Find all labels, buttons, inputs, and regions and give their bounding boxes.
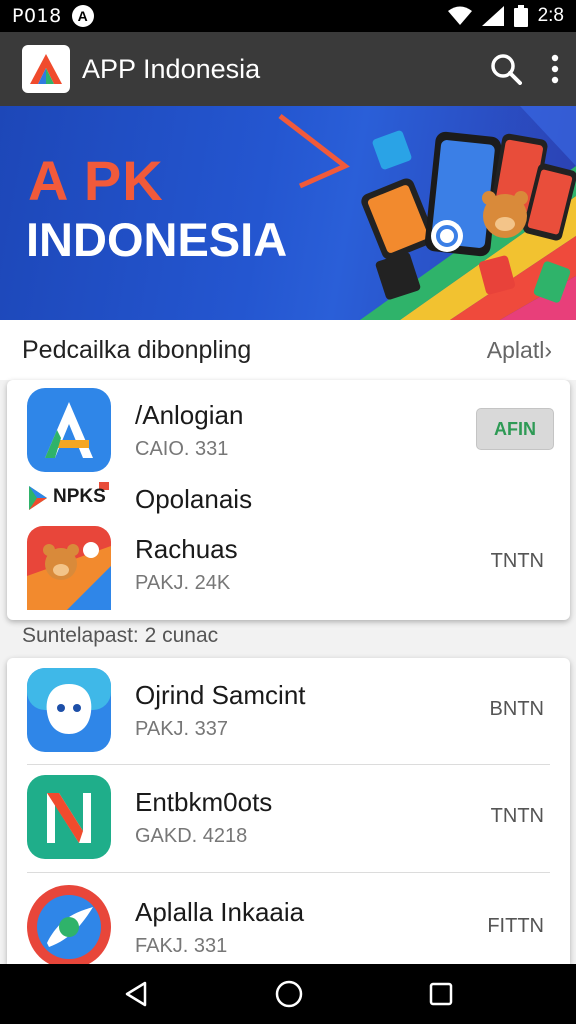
app-name: Opolanais bbox=[135, 484, 253, 514]
status-time: 2:8 bbox=[537, 5, 564, 26]
app-action-label[interactable]: BNTN bbox=[490, 698, 544, 721]
list-item[interactable]: Ojrind Samcint PAKJ. 337 BNTN bbox=[7, 658, 570, 764]
promo-banner[interactable]: A PK INDONESIA bbox=[0, 106, 576, 320]
search-icon[interactable] bbox=[490, 53, 522, 85]
npks-label: NPKS bbox=[53, 486, 106, 507]
bear-app-icon bbox=[27, 526, 111, 615]
featured-card: /Anlogian CAIO. 331 AFIN NPKS Opolanais bbox=[7, 380, 570, 620]
status-bar: P018 A 2:8 bbox=[0, 0, 576, 32]
app-meta: FAKJ. 331 bbox=[135, 935, 228, 957]
banner-headline-top: A PK bbox=[28, 149, 164, 212]
see-all-link[interactable]: Aplatl› bbox=[487, 337, 552, 364]
app-action-label[interactable]: FITTN bbox=[487, 915, 544, 938]
app-action-label[interactable]: TNTN bbox=[491, 550, 544, 573]
app-name: /Anlogian bbox=[135, 400, 244, 430]
a-letter-app-icon bbox=[27, 388, 111, 477]
home-icon[interactable] bbox=[275, 980, 303, 1008]
app-title: APP Indonesia bbox=[82, 53, 261, 84]
list-item[interactable]: Rachuas PAKJ. 24K TNTN bbox=[7, 522, 570, 618]
section-title: Pedcailka dibonpling bbox=[22, 335, 252, 364]
n-letter-app-icon bbox=[27, 775, 111, 864]
banner-headline-bottom: INDONESIA bbox=[26, 213, 288, 266]
notification-icon: A bbox=[71, 5, 94, 27]
list-item[interactable]: Entbkm0ots GAKD. 4218 TNTN bbox=[7, 765, 570, 872]
app-name: Rachuas bbox=[135, 534, 238, 564]
install-button[interactable]: AFIN bbox=[476, 408, 554, 450]
app-action-label[interactable]: TNTN bbox=[491, 805, 544, 828]
npks-play-icon: NPKS bbox=[25, 480, 111, 521]
app-bar: APP Indonesia bbox=[0, 32, 576, 106]
app-meta: PAKJ. 337 bbox=[135, 718, 229, 740]
signal-icon bbox=[481, 6, 504, 26]
app-meta: PAKJ. 24K bbox=[135, 572, 231, 594]
blob-app-icon bbox=[27, 668, 111, 757]
list-item[interactable]: Aplalla Inkaaia FAKJ. 331 FITTN bbox=[7, 873, 570, 969]
app-logo-icon[interactable] bbox=[22, 45, 70, 93]
battery-icon bbox=[513, 5, 528, 27]
wifi-icon bbox=[447, 6, 472, 25]
status-left-text: P018 bbox=[12, 5, 62, 27]
app-name: Aplalla Inkaaia bbox=[135, 897, 305, 927]
back-icon[interactable] bbox=[123, 980, 149, 1008]
app-meta: GAKD. 4218 bbox=[135, 825, 248, 847]
navigation-bar bbox=[0, 964, 576, 1024]
subsection-title: Suntelapast: 2 cunac bbox=[22, 624, 219, 647]
app-meta: CAIO. 331 bbox=[135, 438, 229, 460]
recents-icon[interactable] bbox=[429, 982, 453, 1006]
app-name: Ojrind Samcint bbox=[135, 680, 306, 710]
swirl-app-icon bbox=[27, 885, 111, 974]
list-item[interactable]: NPKS Opolanais bbox=[7, 478, 570, 522]
section-header: Pedcailka dibonpling Aplatl› bbox=[0, 320, 576, 380]
app-list-card: Ojrind Samcint PAKJ. 337 BNTN Entbkm0ots… bbox=[7, 658, 570, 969]
more-options-icon[interactable] bbox=[550, 54, 560, 84]
list-item[interactable]: /Anlogian CAIO. 331 AFIN bbox=[7, 380, 570, 476]
app-name: Entbkm0ots bbox=[135, 787, 273, 817]
